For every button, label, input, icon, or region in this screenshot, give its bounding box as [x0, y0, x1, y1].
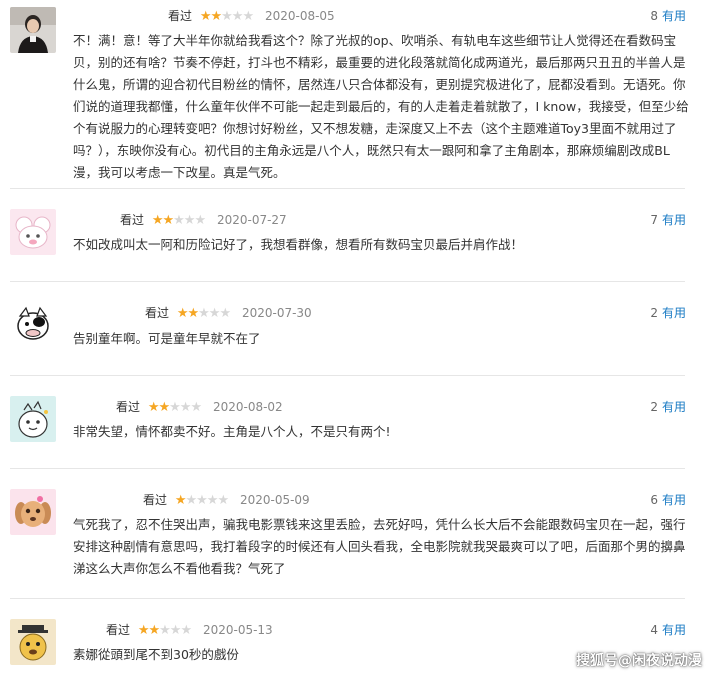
rating-stars: ★★★★★	[174, 493, 229, 508]
review-text: 告别童年啊。可是童年早就不在了	[73, 331, 261, 346]
useful-votes: 2 有用	[650, 398, 686, 416]
review-date: 2020-07-30	[241, 306, 312, 320]
avatar[interactable]	[10, 396, 56, 442]
useful-votes: 6 有用	[650, 491, 686, 509]
yellow-dog-cartoon-icon	[10, 619, 56, 665]
divider	[10, 281, 685, 282]
rating-stars: ★★★★★	[137, 623, 192, 638]
divider	[10, 598, 685, 599]
useful-count: 2	[650, 400, 658, 414]
useful-count: 2	[650, 306, 658, 320]
review-meta: 看过 ★★★★★ 2020-07-27	[120, 211, 287, 229]
useful-button[interactable]: 有用	[662, 9, 686, 23]
useful-votes: 7 有用	[650, 211, 686, 229]
useful-button[interactable]: 有用	[662, 493, 686, 507]
avatar[interactable]	[10, 209, 56, 255]
review-date: 2020-08-05	[264, 9, 335, 23]
useful-count: 4	[650, 623, 658, 637]
review-meta: 看过 ★★★★★ 2020-08-05	[168, 7, 335, 25]
rating-stars: ★★★★★	[176, 306, 231, 321]
useful-count: 6	[650, 493, 658, 507]
review-text: 非常失望，情怀都卖不好。主角是八个人，不是只有两个!	[73, 424, 391, 439]
useful-votes: 2 有用	[650, 304, 686, 322]
useful-button[interactable]: 有用	[662, 400, 686, 414]
avatar[interactable]	[10, 7, 56, 53]
review-date: 2020-08-02	[212, 400, 283, 414]
rating-stars: ★★★★★	[147, 400, 202, 415]
useful-votes: 4 有用	[650, 621, 686, 639]
review-date: 2020-07-27	[216, 213, 287, 227]
rating-stars: ★★★★★	[199, 9, 254, 24]
pink-sheep-cartoon-icon	[10, 209, 56, 255]
useful-votes: 8 有用	[650, 7, 686, 25]
dog-cartoon-icon	[10, 489, 56, 535]
useful-count: 8	[650, 9, 658, 23]
useful-button[interactable]: 有用	[662, 213, 686, 227]
review-user[interactable]: 看过	[106, 623, 130, 637]
avatar[interactable]	[10, 489, 56, 535]
dinosaur-cartoon-icon	[10, 396, 56, 442]
review-user[interactable]: 看过	[168, 9, 192, 23]
divider	[10, 468, 685, 469]
review-text: 不！满！意！等了大半年你就给我看这个？除了光叔的op、吹哨杀、有轨电车这些细节让…	[73, 33, 689, 180]
review-text: 不如改成叫太一阿和历险记好了，我想看群像，想看所有数码宝贝最后并肩作战！	[73, 237, 524, 252]
watermark: 搜狐号@闲夜说动漫	[576, 653, 702, 669]
review-user[interactable]: 看过	[143, 493, 167, 507]
review-meta: 看过 ★★★★★ 2020-05-13	[106, 621, 273, 639]
divider	[10, 375, 685, 376]
review-user[interactable]: 看过	[145, 306, 169, 320]
review-meta: 看过 ★★★★★ 2020-07-30	[145, 304, 312, 322]
rating-stars: ★★★★★	[151, 213, 206, 228]
review-meta: 看过 ★★★★★ 2020-08-02	[116, 398, 283, 416]
avatar[interactable]	[10, 619, 56, 665]
useful-button[interactable]: 有用	[662, 623, 686, 637]
cow-cartoon-icon	[10, 302, 56, 348]
review-date: 2020-05-13	[202, 623, 273, 637]
useful-button[interactable]: 有用	[662, 306, 686, 320]
review-text: 气死我了，忍不住哭出声，骗我电影票钱来这里丢脸，去死好吗，凭什么长大后不会能跟数…	[73, 517, 686, 576]
divider	[10, 188, 685, 189]
review-meta: 看过 ★★★★★ 2020-05-09	[143, 491, 310, 509]
review-date: 2020-05-09	[239, 493, 310, 507]
review-user[interactable]: 看过	[120, 213, 144, 227]
user-photo-icon	[10, 7, 56, 53]
avatar[interactable]	[10, 302, 56, 348]
useful-count: 7	[650, 213, 658, 227]
review-user[interactable]: 看过	[116, 400, 140, 414]
